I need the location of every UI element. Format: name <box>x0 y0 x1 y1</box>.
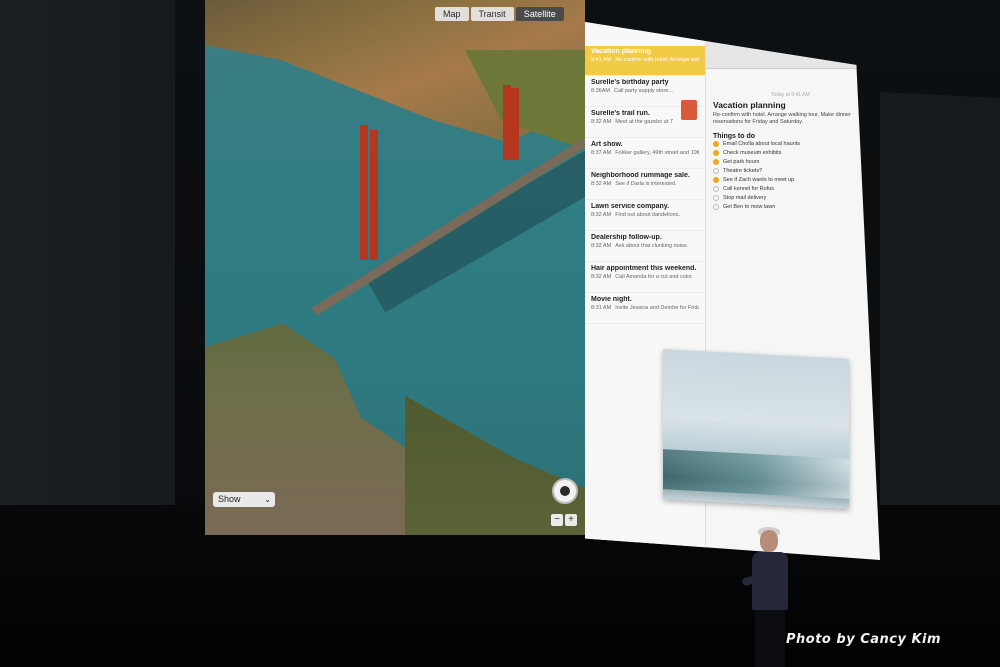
note-editor[interactable]: Today at 9:41 AM Vacation planning Re-co… <box>713 92 873 212</box>
checklist-item[interactable]: Call kennel for Rufus <box>713 185 873 194</box>
note-list-title: Vacation planning <box>591 48 651 55</box>
bridge-tower-south <box>360 125 368 260</box>
photo-wave <box>663 449 849 499</box>
checklist-item[interactable]: Check museum exhibits <box>713 149 873 158</box>
note-list-time: 8:32 AM <box>591 181 612 187</box>
empty-circle-icon[interactable] <box>713 168 719 175</box>
zoom-in-button[interactable]: + <box>565 514 577 526</box>
note-list-time: 8:32 AM <box>591 212 612 218</box>
note-list-preview: 8:32 AM Call Amanda for a cut and color. <box>591 274 699 280</box>
note-list-title: Neighborhood rummage sale. <box>591 172 690 179</box>
note-list-time: 8:32 AM <box>591 274 612 280</box>
checked-circle-icon[interactable] <box>713 159 719 166</box>
tab-map[interactable]: Map <box>435 7 469 21</box>
note-list-snippet: Call Amanda for a cut and color. <box>615 274 694 280</box>
list-item[interactable]: Neighborhood rummage sale. 8:32 AM See if … <box>585 170 705 200</box>
note-title: Vacation planning <box>713 100 786 110</box>
bridge-tower-north-2 <box>511 88 519 160</box>
note-list-preview: 8:31 AM Invite Jessica and Deirdre for Fr… <box>591 305 699 311</box>
note-list-preview: 8:32 AM Find out about dandelions. <box>591 212 699 218</box>
checked-circle-icon[interactable] <box>713 177 719 184</box>
list-item[interactable]: Hair appointment this weekend. 8:32 AM Cal… <box>585 263 705 293</box>
note-list-preview: 8:37 AM Fokker gallery, 49th street and 1… <box>591 150 699 156</box>
note-list-title: Movie night. <box>591 296 632 303</box>
note-list-preview: 8:32 AM Ask about that clunking noise. <box>591 243 699 249</box>
checklist-item[interactable]: Get Ben to mow lawn <box>713 203 873 212</box>
attached-photo <box>663 349 849 509</box>
presenter-legs <box>755 610 785 667</box>
note-list-snippet: Meet at the gazebo at 7 <box>615 119 673 125</box>
empty-circle-icon[interactable] <box>713 204 719 211</box>
note-list-time: 8:32 AM <box>591 119 612 125</box>
note-list-title: Hair appointment this weekend. <box>591 265 697 272</box>
checked-circle-icon[interactable] <box>713 141 719 148</box>
note-list-title: Art show. <box>591 141 623 148</box>
show-label: Show <box>218 494 241 504</box>
note-list-time: 9:41 AM <box>591 57 612 63</box>
note-list-snippet: Re-confirm with hotel. Arrange walking..… <box>615 57 699 63</box>
note-list-title: Surelle's birthday party <box>591 79 669 86</box>
note-list-snippet: Ask about that clunking noise. <box>615 243 689 249</box>
list-item[interactable]: Dealership follow-up. 8:32 AM Ask about th… <box>585 232 705 262</box>
checklist-item[interactable]: See if Zach wants to meet up <box>713 176 873 185</box>
list-item[interactable]: Movie night. 8:31 AM Invite Jessica and De… <box>585 294 705 324</box>
zoom-out-button[interactable]: − <box>551 514 563 526</box>
note-timestamp: Today at 9:41 AM <box>771 92 810 98</box>
checklist-item[interactable]: Stop mail delivery <box>713 194 873 203</box>
checklist-item-text: Check museum exhibits <box>723 150 782 157</box>
right-stage-panel <box>880 91 1000 569</box>
empty-circle-icon[interactable] <box>713 195 719 202</box>
checklist-item-text: Call kennel for Rufus <box>723 186 775 193</box>
note-list-snippet: Invite Jessica and Deirdre for Friday n.… <box>615 305 699 311</box>
note-list-snippet: Find out about dandelions. <box>615 212 681 218</box>
stage-background: Map Transit Satellite Show ⌄ − + Vacatio… <box>0 0 1000 667</box>
photo-credit: Photo by Cancy Kim <box>786 632 942 647</box>
note-thumbnail <box>681 100 697 120</box>
checklist-item[interactable]: Get park hours <box>713 158 873 167</box>
note-list-preview: 8:36AM Call party supply store... <box>591 88 699 94</box>
zoom-controls: − + <box>551 514 577 526</box>
checklist-item-text: Theatre tickets? <box>723 168 763 175</box>
checklist-item-text: Stop mail delivery <box>723 195 767 202</box>
checklist-item-text: Get Ben to mow lawn <box>723 204 776 211</box>
note-list-title: Dealership follow-up. <box>591 234 662 241</box>
empty-circle-icon[interactable] <box>713 186 719 193</box>
note-list-time: 8:37 AM <box>591 150 612 156</box>
tab-satellite[interactable]: Satellite <box>515 7 564 21</box>
chevron-down-icon: ⌄ <box>264 495 271 504</box>
checklist-item[interactable]: Theatre tickets? <box>713 167 873 176</box>
bridge-tower-south-2 <box>370 130 378 260</box>
compass-icon[interactable] <box>552 478 578 504</box>
presidio-terrain <box>405 395 585 535</box>
bridge-tower-north <box>503 85 511 160</box>
map-mode-tabs: Map Transit Satellite <box>435 0 575 28</box>
checked-circle-icon[interactable] <box>713 150 719 157</box>
checklist-item[interactable]: Email Cholla about local haunts <box>713 140 873 149</box>
note-list-preview: 8:32 AM See if Darla is interested. <box>591 181 699 187</box>
checklist: Email Cholla about local haunts Check mus… <box>713 140 873 212</box>
note-body: Re-confirm with hotel. Arrange walking t… <box>713 112 851 126</box>
note-list-snippet: Call party supply store... <box>613 88 673 94</box>
tab-transit[interactable]: Transit <box>470 7 514 21</box>
note-list-title: Lawn service company. <box>591 203 670 210</box>
left-stage-panel <box>0 0 175 505</box>
checklist-item-text: Email Cholla about local haunts <box>723 141 801 148</box>
note-list-time: 8:36AM <box>591 88 610 94</box>
projection-screen: Map Transit Satellite Show ⌄ − + Vacatio… <box>205 0 880 560</box>
show-dropdown[interactable]: Show ⌄ <box>213 492 275 507</box>
list-item[interactable]: Lawn service company. 8:32 AM Find out abo… <box>585 201 705 231</box>
list-item[interactable]: Art show. 8:37 AM Fokker gallery, 49th str… <box>585 139 705 169</box>
checklist-item-text: Get park hours <box>723 159 760 166</box>
list-item[interactable]: Vacation planning 9:41 AM Re-confirm with … <box>585 46 705 76</box>
presenter-head <box>760 530 778 552</box>
checklist-item-text: See if Zach wants to meet up <box>723 177 795 184</box>
note-list-preview: 9:41 AM Re-confirm with hotel. Arrange wa… <box>591 57 699 63</box>
bridge-shadow <box>365 127 585 313</box>
checklist-heading: Things to do <box>713 132 755 140</box>
note-list-time: 8:31 AM <box>591 305 612 311</box>
note-list-time: 8:32 AM <box>591 243 612 249</box>
note-list-snippet: Fokker gallery, 49th street and 10th av.… <box>615 150 699 156</box>
maps-app: Map Transit Satellite Show ⌄ − + <box>205 0 585 535</box>
note-list-snippet: See if Darla is interested. <box>615 181 677 187</box>
